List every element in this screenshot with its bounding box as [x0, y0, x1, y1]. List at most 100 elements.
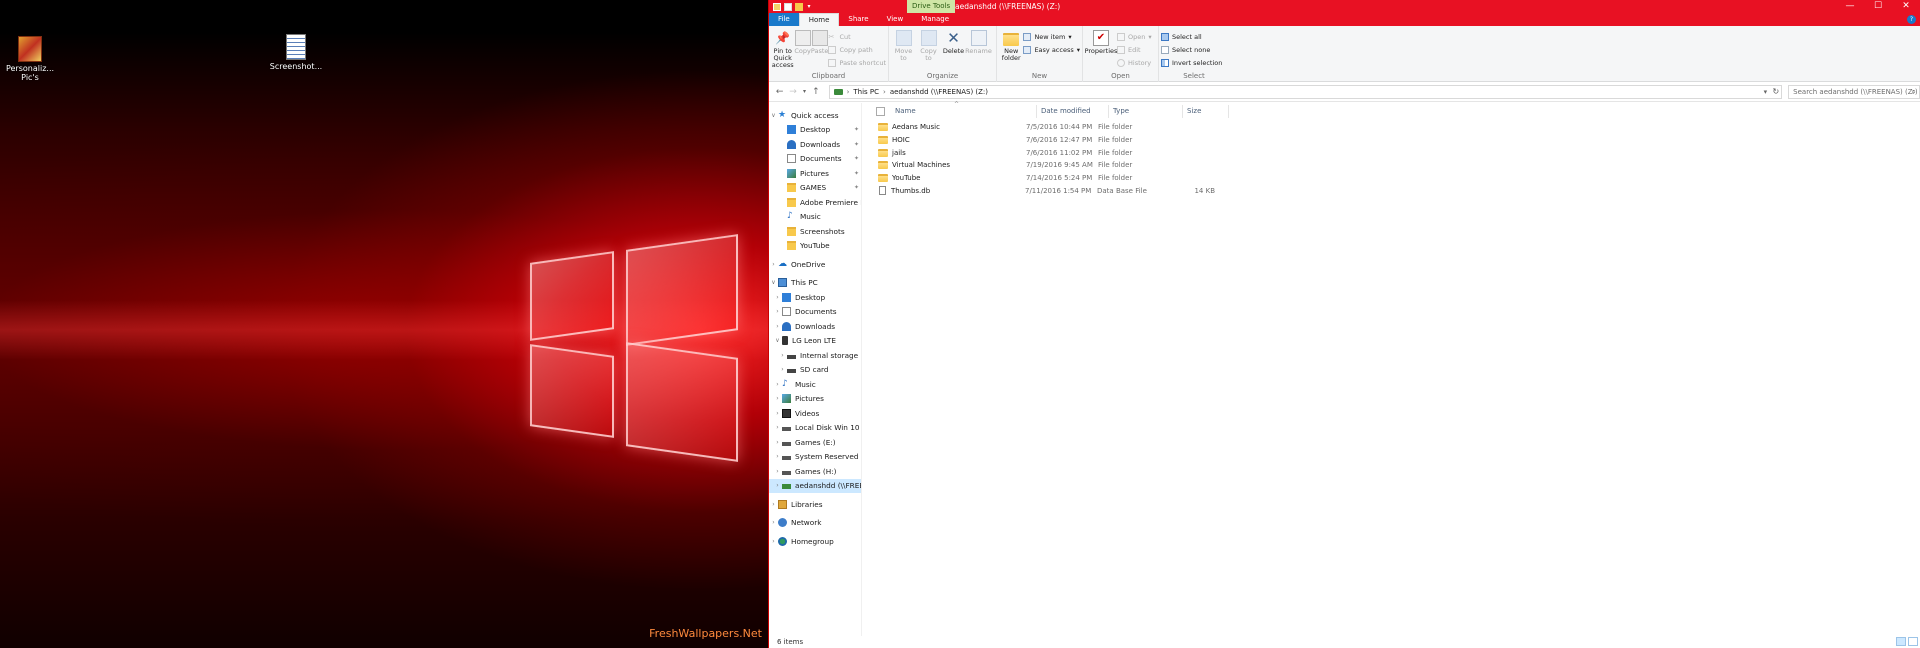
nav-item-desktop[interactable]: Desktop ✦	[769, 123, 861, 138]
tab-view[interactable]: View	[878, 13, 913, 26]
column-header-date[interactable]: Date modified	[1037, 105, 1109, 118]
nav-item-videos[interactable]: › Videos	[769, 406, 861, 421]
history-button[interactable]: History	[1117, 57, 1152, 68]
expand-chevron-icon[interactable]: ›	[773, 482, 782, 489]
nav-item-aedanshdd-freenas-z[interactable]: › aedanshdd (\\FREENAS) (Z:)	[769, 478, 861, 493]
select-all-checkbox[interactable]	[876, 107, 885, 116]
expand-chevron-icon[interactable]: ›	[769, 519, 778, 526]
nav-item-desktop[interactable]: › Desktop	[769, 290, 861, 305]
expand-chevron-icon[interactable]: ›	[773, 395, 782, 402]
expand-chevron-icon[interactable]: ›	[773, 453, 782, 460]
breadcrumb-this-pc[interactable]: This PC	[853, 88, 879, 96]
expand-chevron-icon[interactable]: ›	[773, 468, 782, 475]
properties-icon[interactable]	[784, 2, 792, 11]
file-row[interactable]: YouTube 7/14/2016 5:24 PM File folder	[876, 172, 1920, 185]
nav-homegroup[interactable]: › Homegroup	[769, 534, 861, 549]
new-item-button[interactable]: New item ▾	[1023, 31, 1080, 42]
expand-chevron-icon[interactable]: ›	[769, 501, 778, 508]
column-header-size[interactable]: Size	[1183, 105, 1229, 118]
easy-access-button[interactable]: Easy access ▾	[1023, 44, 1080, 55]
nav-item-pictures[interactable]: Pictures ✦	[769, 166, 861, 181]
tab-manage[interactable]: Manage	[912, 13, 958, 26]
invert-selection-button[interactable]: Invert selection	[1161, 57, 1222, 68]
expand-chevron-icon[interactable]: ›	[778, 366, 787, 373]
expand-chevron-icon[interactable]: ∨	[773, 337, 782, 344]
nav-item-documents[interactable]: › Documents	[769, 305, 861, 320]
nav-item-system-reserved-f[interactable]: › System Reserved (F:)	[769, 450, 861, 465]
search-box[interactable]: Search aedanshdd (\\FREENAS) (Z:) ⌕	[1788, 84, 1920, 99]
nav-item-sd-card[interactable]: › SD card	[769, 363, 861, 378]
desktop-icon-screenshot[interactable]: Screenshot...	[266, 34, 326, 71]
expand-chevron-icon[interactable]: ›	[773, 424, 782, 431]
help-icon[interactable]: ?	[1907, 15, 1916, 24]
close-button[interactable]: ✕	[1892, 0, 1920, 13]
nav-item-documents[interactable]: Documents ✦	[769, 152, 861, 167]
forward-arrow-icon[interactable]: →	[786, 87, 799, 97]
edit-button[interactable]: Edit	[1117, 44, 1152, 55]
desktop-icon-personalization[interactable]: Personaliz... Pic's	[0, 36, 60, 82]
expand-chevron-icon[interactable]: ›	[773, 439, 782, 446]
open-button[interactable]: Open ▾	[1117, 31, 1152, 42]
title-bar[interactable]: ▾ Drive Tools aedanshdd (\\FREENAS) (Z:)…	[769, 0, 1920, 13]
select-none-button[interactable]: Select none	[1161, 44, 1222, 55]
address-bar[interactable]: › This PC › aedanshdd (\\FREENAS) (Z:) ▾…	[828, 84, 1783, 99]
address-dropdown-icon[interactable]: ▾	[1764, 88, 1768, 96]
nav-item-adobe-premiere-pro[interactable]: Adobe Premiere Pro	[769, 195, 861, 210]
tab-share[interactable]: Share	[839, 13, 877, 26]
paste-shortcut-button[interactable]: Paste shortcut	[828, 57, 886, 68]
expand-chevron-icon[interactable]: ›	[769, 261, 778, 268]
nav-onedrive[interactable]: › ☁ OneDrive	[769, 257, 861, 272]
nav-item-music[interactable]: › ♪ Music	[769, 377, 861, 392]
tab-file[interactable]: File	[769, 13, 799, 26]
expand-chevron-icon[interactable]: ›	[773, 381, 782, 388]
nav-network[interactable]: › Network	[769, 516, 861, 531]
tab-home[interactable]: Home	[798, 13, 840, 26]
expand-chevron-icon[interactable]: ›	[769, 538, 778, 545]
refresh-icon[interactable]: ↻	[1772, 87, 1779, 96]
maximize-button[interactable]: ☐	[1864, 0, 1892, 13]
file-row[interactable]: Thumbs.db 7/11/2016 1:54 PM Data Base File…	[876, 184, 1920, 197]
expand-chevron-icon[interactable]: ›	[773, 294, 782, 301]
back-arrow-icon[interactable]: ←	[773, 87, 786, 97]
new-folder-icon[interactable]	[795, 2, 803, 11]
nav-item-youtube[interactable]: YouTube	[769, 239, 861, 254]
nav-quick-access[interactable]: ∨ ★ Quick access	[769, 108, 861, 123]
breadcrumb-current-drive[interactable]: aedanshdd (\\FREENAS) (Z:)	[890, 88, 988, 96]
nav-item-internal-storage[interactable]: › Internal storage	[769, 348, 861, 363]
expand-chevron-icon[interactable]: ›	[773, 410, 782, 417]
select-all-button[interactable]: Select all	[1161, 31, 1222, 42]
expand-chevron-icon[interactable]: ›	[773, 323, 782, 330]
nav-item-music[interactable]: ♪ Music	[769, 210, 861, 225]
minimize-button[interactable]: —	[1836, 0, 1864, 13]
nav-this-pc[interactable]: ∨ This PC	[769, 276, 861, 291]
nav-item-pictures[interactable]: › Pictures	[769, 392, 861, 407]
copy-path-button[interactable]: Copy path	[828, 44, 886, 55]
nav-libraries[interactable]: › Libraries	[769, 497, 861, 512]
drive-tools-context-tab[interactable]: Drive Tools	[907, 0, 956, 13]
file-row[interactable]: Aedans Music 7/5/2016 10:44 PM File folder	[876, 121, 1920, 134]
column-header-type[interactable]: Type	[1109, 105, 1183, 118]
expand-chevron-icon[interactable]: ›	[778, 352, 787, 359]
nav-item-downloads[interactable]: Downloads ✦	[769, 137, 861, 152]
expand-chevron-icon[interactable]: ∨	[769, 279, 778, 286]
cut-button[interactable]: ✂ Cut	[828, 31, 886, 42]
qat-dropdown-icon[interactable]: ▾	[806, 3, 812, 11]
file-row[interactable]: HOIC 7/6/2016 12:47 PM File folder	[876, 134, 1920, 147]
nav-item-screenshots[interactable]: Screenshots	[769, 224, 861, 239]
recent-locations-chevron-icon[interactable]: ▾	[800, 88, 810, 95]
large-icons-view-button[interactable]	[1908, 637, 1918, 646]
nav-item-games-h[interactable]: › Games (H:)	[769, 464, 861, 479]
file-row[interactable]: Virtual Machines 7/19/2016 9:45 AM File fo…	[876, 159, 1920, 172]
expand-chevron-icon[interactable]: ›	[773, 308, 782, 315]
nav-lg-leon-lte[interactable]: ∨ LG Leon LTE	[769, 334, 861, 349]
nav-item-downloads[interactable]: › Downloads	[769, 319, 861, 334]
nav-item-games-e[interactable]: › Games (E:)	[769, 435, 861, 450]
details-view-button[interactable]	[1896, 637, 1906, 646]
column-header-name[interactable]: Name	[891, 105, 1037, 118]
up-arrow-icon[interactable]: ↑	[809, 87, 822, 97]
expand-chevron-icon[interactable]: ∨	[769, 112, 778, 119]
search-input[interactable]: Search aedanshdd (\\FREENAS) (Z:)	[1793, 88, 1917, 96]
nav-item-local-disk-win-10-c[interactable]: › Local Disk Win 10 (C:)	[769, 421, 861, 436]
nav-item-games[interactable]: GAMES ✦	[769, 181, 861, 196]
file-row[interactable]: jails 7/6/2016 11:02 PM File folder	[876, 146, 1920, 159]
